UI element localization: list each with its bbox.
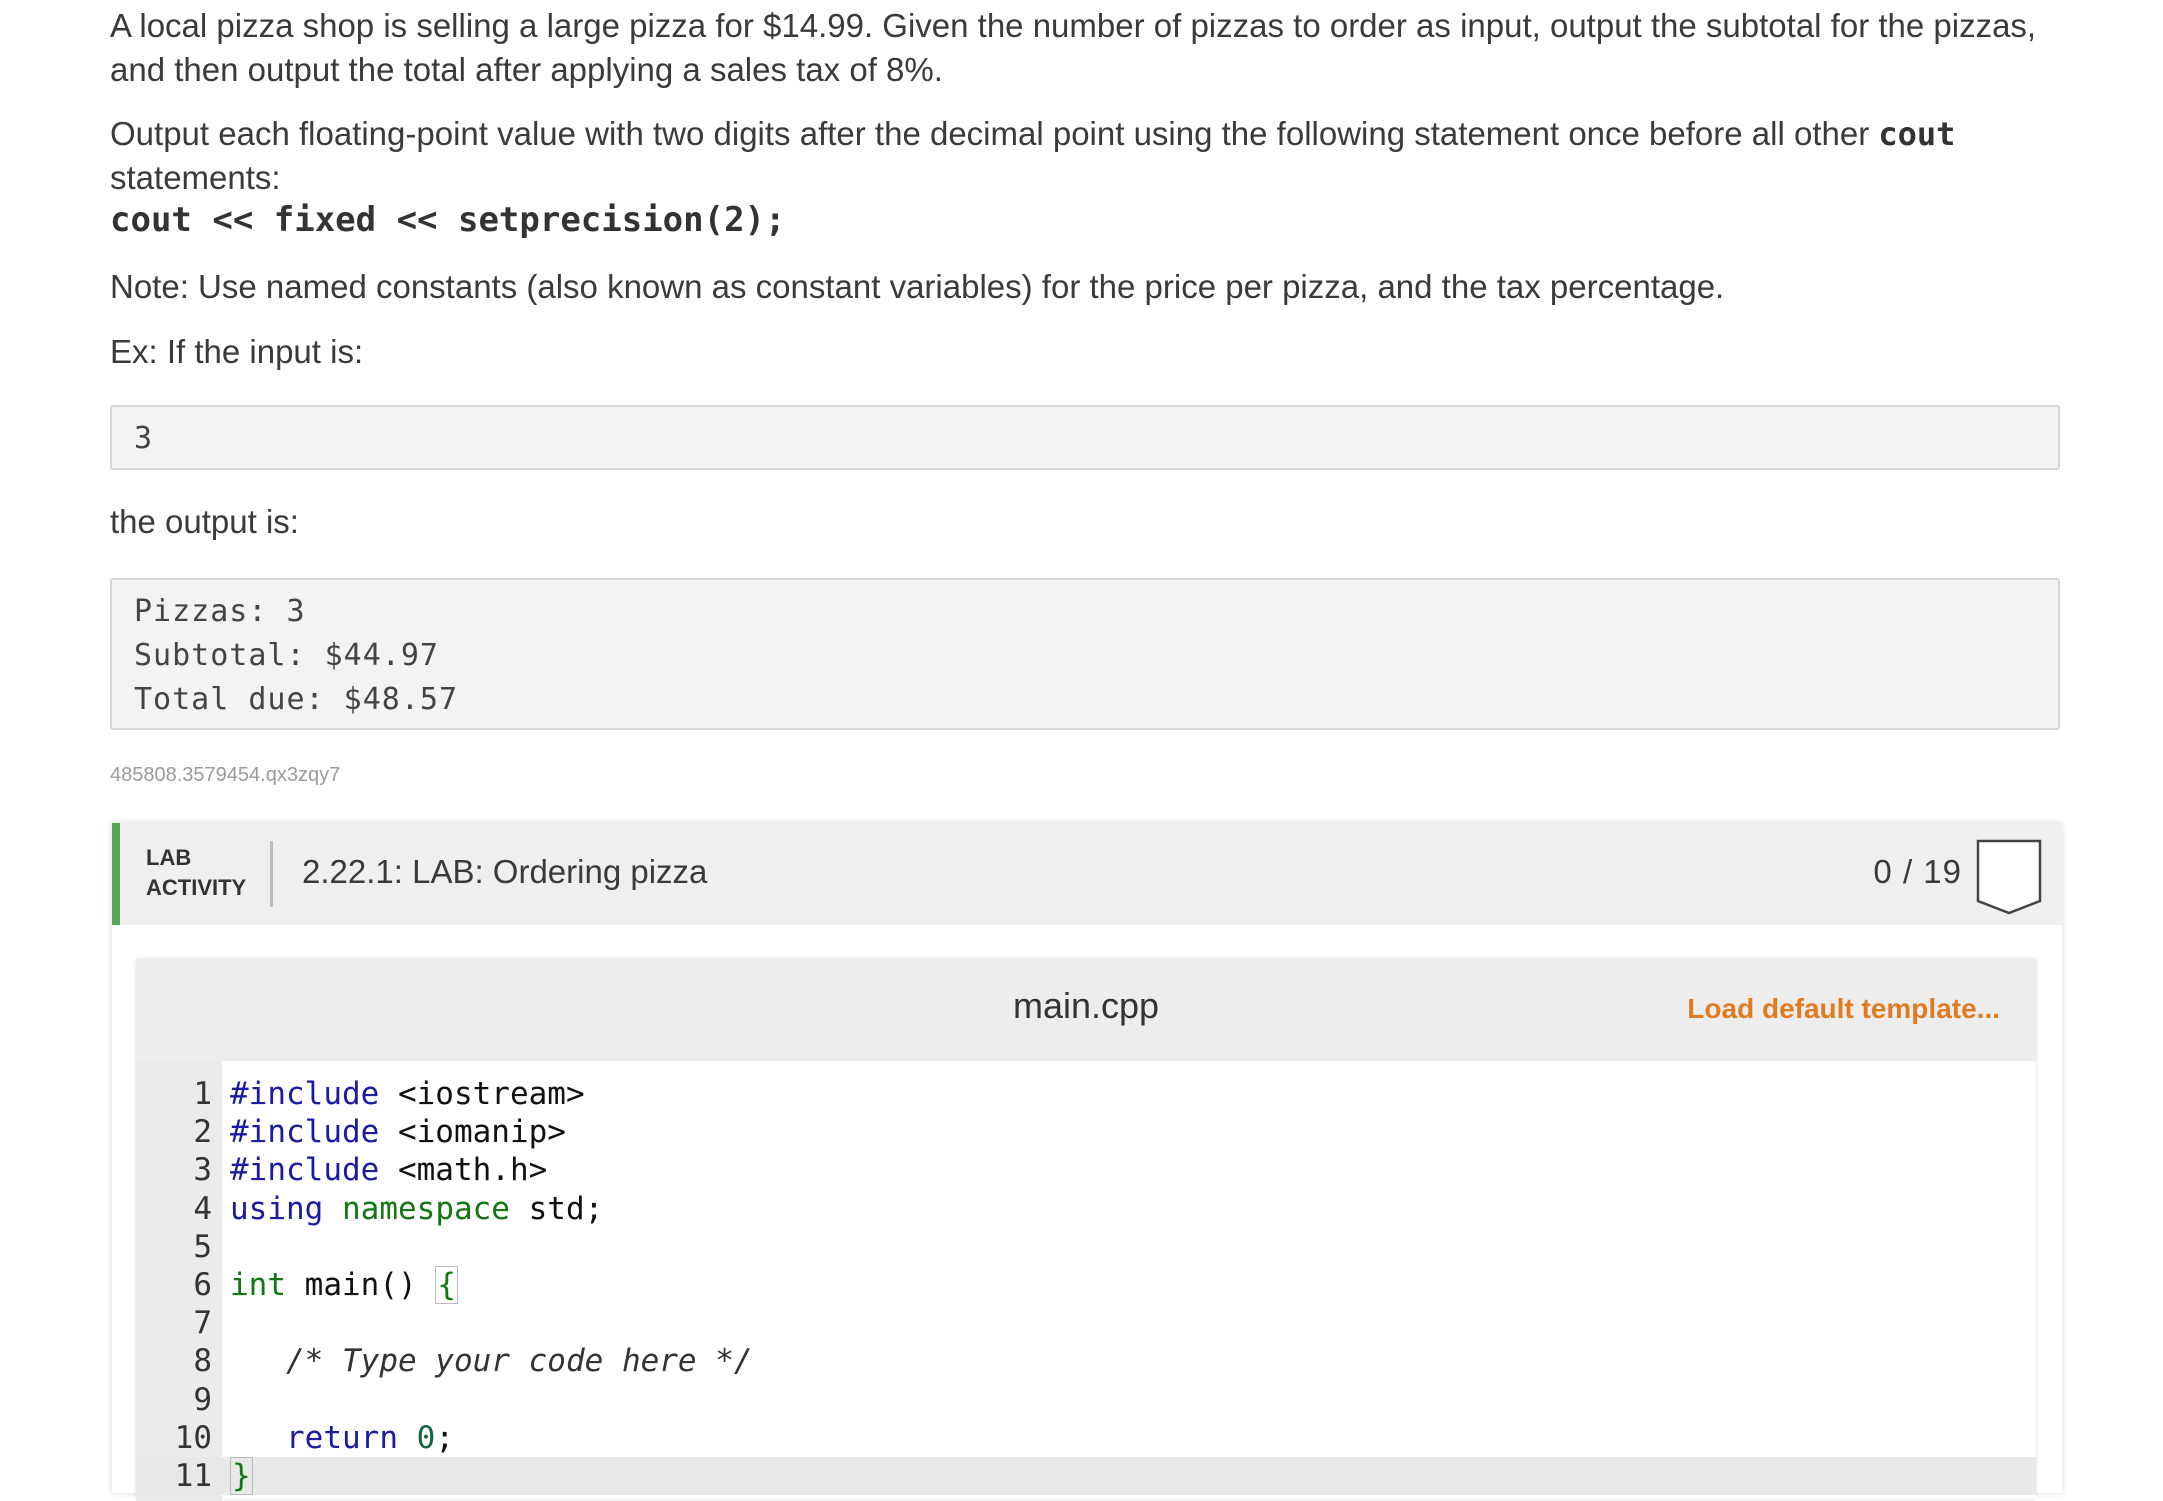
code-text-area[interactable]: 1 #include <iostream> 2 #include <iomanip> 3… [136, 1075, 2036, 1496]
output-line-total: Total due: $48.57 [134, 682, 459, 717]
code-token: std; [509, 1190, 604, 1227]
code-text: } [230, 1456, 253, 1495]
setprecision-statement: cout << fixed << setprecision(2); [110, 200, 786, 240]
lab-header: LAB ACTIVITY 2.22.1: LAB: Ordering pizza… [112, 823, 2062, 925]
line-number: 8 [193, 1343, 212, 1380]
code-token: main() [286, 1266, 436, 1303]
code-line[interactable]: 2 #include <iomanip> [136, 1113, 2036, 1151]
lab-tag-line-2: ACTIVITY [146, 875, 247, 900]
paragraph-2-text: Output each floating-point value with tw… [110, 115, 1879, 152]
code-token: namespace [342, 1190, 510, 1227]
code-line[interactable]: 11} [136, 1456, 2036, 1496]
line-number: 4 [193, 1190, 212, 1227]
completion-badge-icon [1976, 839, 2042, 915]
code-token: { [435, 1265, 458, 1304]
code-token: <iostream> [379, 1076, 585, 1112]
line-number: 11 [174, 1457, 212, 1494]
code-editor: main.cpp Load default template... 1 #incl… [136, 959, 2036, 1501]
code-token: ; [435, 1419, 454, 1456]
code-token: #include [230, 1114, 380, 1151]
code-text: #include <iomanip> [230, 1113, 566, 1151]
code-line[interactable]: 5 [136, 1228, 2036, 1266]
lab-title: 2.22.1: LAB: Ordering pizza [302, 853, 708, 890]
line-number: 2 [193, 1114, 212, 1151]
line-number: 7 [193, 1305, 212, 1342]
example-input-value: 3 [134, 421, 154, 456]
line-number: 5 [193, 1228, 212, 1265]
code-line[interactable]: 1 #include <iostream> [136, 1075, 2036, 1113]
output-intro: the output is: [110, 503, 299, 540]
note-text: Note: Use named constants (also known as… [110, 268, 1725, 305]
code-text: return 0; [230, 1419, 454, 1457]
output-line-pizzas: Pizzas: 3 [134, 594, 306, 629]
code-token: 0 [416, 1419, 436, 1456]
problem-paragraph-2: Output each floating-point value with tw… [110, 112, 2058, 200]
paragraph-2-tail: statements: [110, 159, 281, 196]
code-text: #include <math.h> [230, 1151, 547, 1189]
code-line[interactable]: 8 /* Type your code here */ [136, 1342, 2036, 1380]
code-token: <math.h> [379, 1152, 548, 1189]
example-input-box: 3 [110, 405, 2060, 470]
example-output-box: Pizzas: 3 Subtotal: $44.97 Total due: $4… [110, 578, 2060, 730]
lab-activity-tag: LAB ACTIVITY [146, 843, 246, 903]
code-line[interactable]: 7 [136, 1304, 2036, 1342]
problem-paragraph-1: A local pizza shop is selling a large pi… [110, 7, 2037, 88]
code-token: return [286, 1419, 398, 1456]
problem-id: 485808.3579454.qx3zqy7 [110, 764, 341, 786]
code-token: } [230, 1456, 253, 1495]
code-token: <iomanip> [379, 1114, 566, 1151]
line-number: 3 [193, 1152, 212, 1189]
load-default-template-button[interactable]: Load default template... [1687, 993, 2000, 1025]
code-token: /* Type your code here */ [286, 1343, 753, 1380]
code-text: #include <iostream> [230, 1075, 585, 1113]
inline-code-cout: cout [1878, 115, 1956, 153]
line-number: 10 [174, 1419, 212, 1456]
code-token: using [230, 1190, 324, 1227]
output-line-subtotal: Subtotal: $44.97 [134, 638, 439, 673]
code-token: #include [230, 1152, 380, 1189]
line-number: 6 [193, 1266, 212, 1303]
lab-tag-line-1: LAB [146, 845, 192, 870]
editor-toolbar: main.cpp Load default template... [136, 959, 2036, 1061]
code-text: /* Type your code here */ [230, 1342, 753, 1380]
code-line[interactable]: 6 int main() { [136, 1265, 2036, 1304]
code-text: int main() { [230, 1265, 458, 1304]
code-text: using namespace std; [230, 1190, 603, 1228]
code-token: #include [230, 1076, 380, 1112]
code-token: int [230, 1266, 286, 1303]
code-line[interactable]: 4 using namespace std; [136, 1190, 2036, 1228]
lab-score: 0 / 19 [1873, 853, 1962, 890]
line-number: 9 [193, 1381, 212, 1418]
code-line[interactable]: 10 return 0; [136, 1419, 2036, 1457]
header-divider [270, 841, 273, 907]
lab-activity-panel: LAB ACTIVITY 2.22.1: LAB: Ordering pizza… [112, 823, 2062, 1501]
example-intro: Ex: If the input is: [110, 333, 364, 370]
line-number: 1 [193, 1076, 212, 1112]
code-line[interactable]: 3 #include <math.h> [136, 1151, 2036, 1189]
code-line[interactable]: 9 [136, 1381, 2036, 1419]
